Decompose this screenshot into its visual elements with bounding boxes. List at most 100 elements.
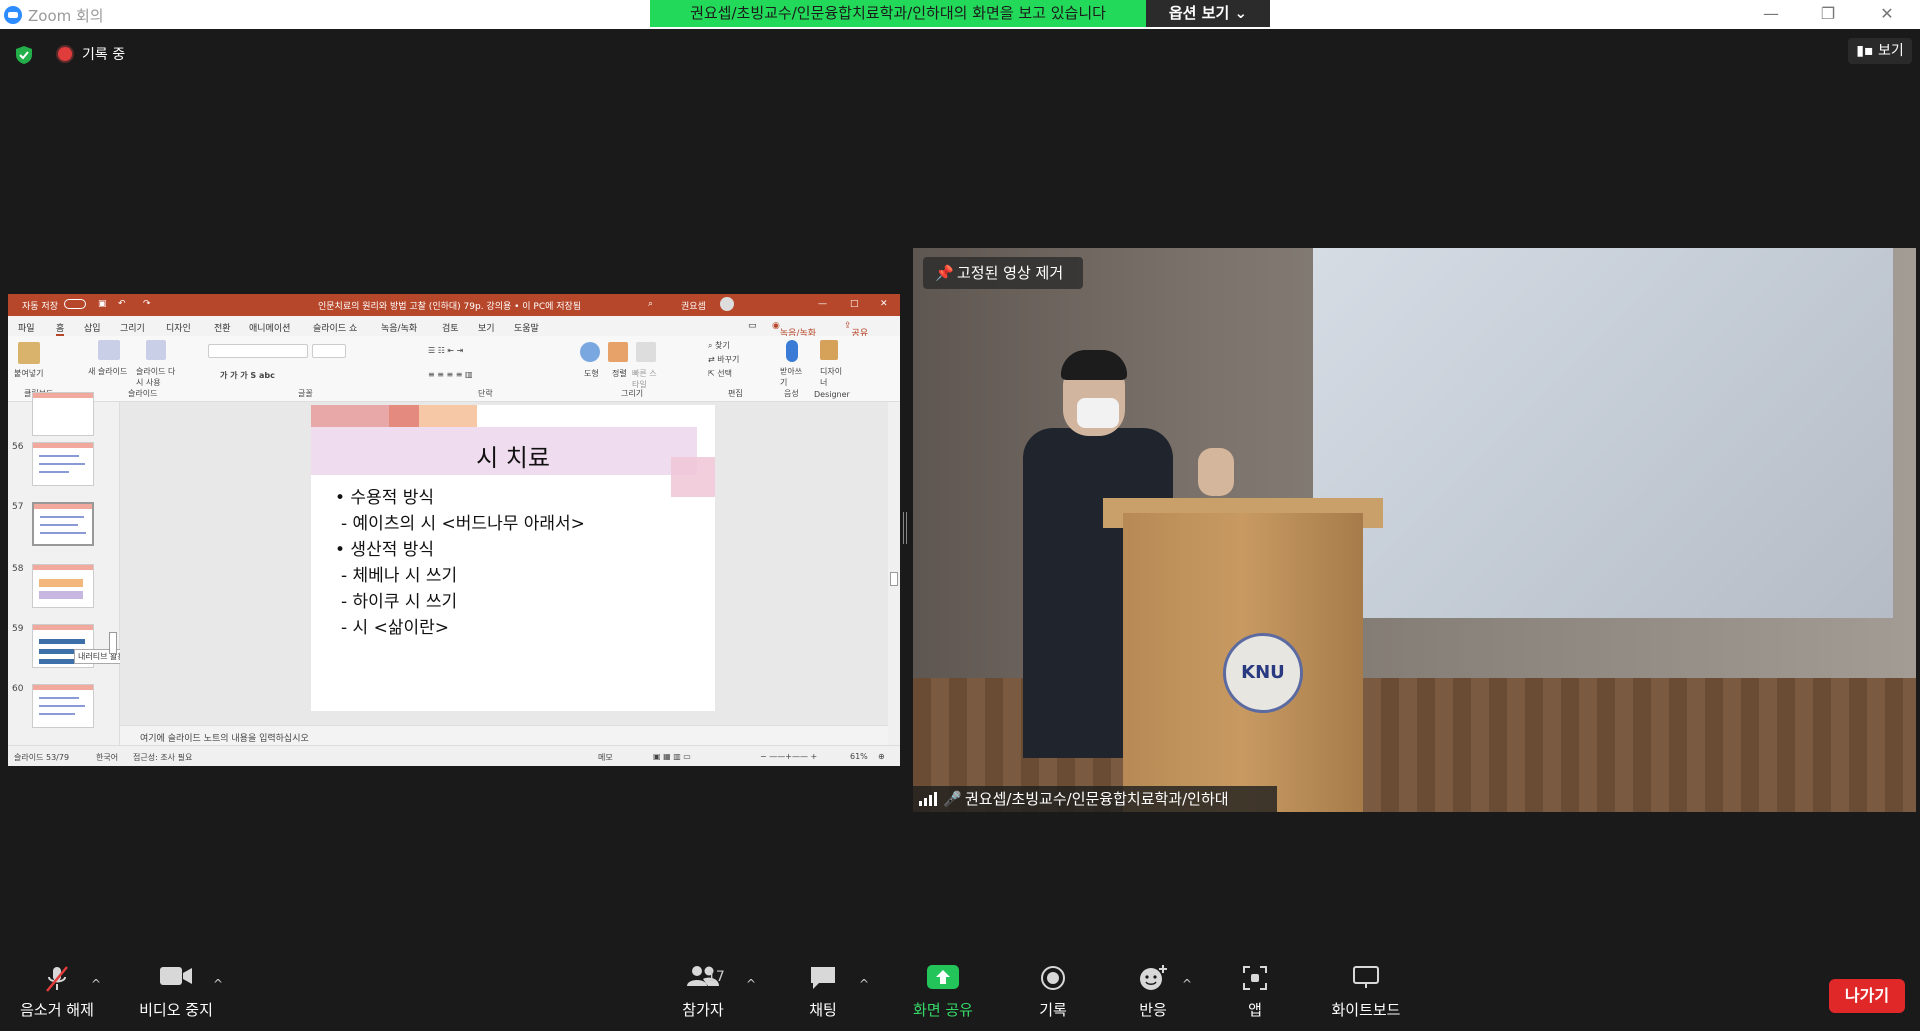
slide-thumbnail[interactable]	[32, 684, 94, 728]
user-avatar[interactable]	[720, 297, 734, 311]
audio-options-caret-icon[interactable]: ^	[91, 977, 101, 991]
quick-style-label[interactable]: 빠른 스타일	[632, 368, 662, 390]
language[interactable]: 한국어	[96, 752, 118, 763]
ppt-restore-icon[interactable]: □	[850, 299, 859, 309]
notes-toggle[interactable]: 메모	[598, 752, 613, 763]
reactions-button[interactable]: 반응	[1120, 955, 1186, 1031]
replace-button[interactable]: ⇄ 바꾸기	[708, 354, 739, 365]
menu-design[interactable]: 디자인	[166, 321, 191, 334]
autosave-toggle[interactable]	[64, 299, 86, 309]
close-button[interactable]: ✕	[1869, 3, 1905, 25]
shape-label[interactable]: 도형	[584, 368, 599, 379]
slide-thumbnail[interactable]	[32, 564, 94, 608]
chat-options-caret-icon[interactable]: ^	[859, 977, 869, 991]
arrange-icon[interactable]	[608, 342, 628, 362]
font-size-select[interactable]	[312, 344, 346, 358]
slide-thumbnail[interactable]	[32, 392, 94, 436]
ppt-search-icon[interactable]: ⌕	[648, 299, 653, 309]
slide-subbullet[interactable]: - 체베나 시 쓰기	[341, 561, 457, 586]
slide-bullet[interactable]: • 수용적 방식	[335, 483, 434, 508]
menu-insert[interactable]: 삽입	[84, 321, 101, 334]
thumbnails-scrollbar[interactable]	[108, 402, 118, 745]
slide-thumbnails-pane[interactable]: 56 57 58 59 60 내러티브 활용 인문치료	[8, 392, 161, 745]
participants-button[interactable]: 참가자	[660, 955, 746, 1031]
view-button[interactable]: ▮▪ 보기	[1848, 38, 1912, 64]
pinned-video[interactable]: KNU	[913, 248, 1916, 812]
menu-record[interactable]: 녹음/녹화	[381, 321, 417, 334]
select-button[interactable]: ⇱ 선택	[708, 368, 732, 379]
participants-options-caret-icon[interactable]: ^	[746, 977, 756, 991]
slide-subbullet[interactable]: - 예이츠의 시 <버드나무 아래서>	[341, 509, 585, 534]
current-slide[interactable]: 시 치료 • 수용적 방식 - 예이츠의 시 <버드나무 아래서> • 생산적 …	[311, 405, 715, 711]
unmute-button[interactable]: 음소거 해제	[14, 955, 100, 1031]
slide-canvas[interactable]: 시 치료 • 수용적 방식 - 예이츠의 시 <버드나무 아래서> • 생산적 …	[120, 402, 900, 745]
remove-pin-button[interactable]: 📌 고정된 영상 제거	[923, 257, 1083, 289]
reuse-slide-label[interactable]: 슬라이드 다시 사용	[136, 366, 176, 388]
quick-style-icon[interactable]	[636, 342, 656, 362]
comment-icon[interactable]: ▭	[748, 321, 757, 331]
slide-subbullet[interactable]: - 하이쿠 시 쓰기	[341, 587, 457, 612]
microphone-icon[interactable]	[786, 340, 798, 362]
slide-bullet[interactable]: • 생산적 방식	[335, 535, 434, 560]
stop-video-button[interactable]: 비디오 중지	[132, 955, 220, 1031]
save-icon[interactable]: ▣	[98, 299, 107, 309]
bold-icon[interactable]: 가 가 가 S abc	[220, 370, 275, 381]
view-options-button[interactable]: 옵션 보기 ⌄	[1146, 0, 1270, 27]
menu-slideshow[interactable]: 슬라이드 쇼	[313, 321, 357, 334]
splitter-handle[interactable]	[903, 512, 907, 544]
fit-slide-icon[interactable]: ⊕	[878, 752, 885, 761]
menu-draw[interactable]: 그리기	[120, 321, 145, 334]
shared-screen[interactable]: 자동 저장 ▣ ↶ ↷ 인문치료의 원리와 방법 고찰 (인하대) 79p. 강…	[8, 294, 900, 766]
find-button[interactable]: ⌕ 찾기	[708, 340, 730, 351]
dictate-label[interactable]: 받아쓰기	[780, 366, 804, 388]
new-slide-label[interactable]: 새 슬라이드	[88, 366, 127, 377]
align-icon[interactable]: ≡ ≡ ≡ ≡ ▥	[428, 370, 473, 379]
accessibility-status[interactable]: 접근성: 조사 필요	[133, 752, 192, 763]
chat-button[interactable]: 채팅	[790, 955, 856, 1031]
zoom-slider[interactable]: − ——+—— +	[760, 752, 817, 761]
designer-icon[interactable]	[820, 340, 838, 360]
paste-icon[interactable]	[18, 342, 40, 364]
autosave-label[interactable]: 자동 저장	[22, 299, 58, 312]
font-name-select[interactable]	[208, 344, 308, 358]
notes-pane[interactable]: 여기에 슬라이드 노트의 내용을 입력하십시오	[120, 725, 888, 745]
share-screen-button[interactable]: 화면 공유	[900, 955, 986, 1031]
menu-review[interactable]: 검토	[442, 321, 459, 334]
menu-help[interactable]: 도움말	[514, 321, 539, 334]
menu-animations[interactable]: 애니메이션	[249, 321, 290, 334]
view-normal-icon[interactable]: ▣ ▦ ▥ ▭	[653, 752, 691, 761]
reuse-slide-icon[interactable]	[146, 340, 166, 360]
slide-subbullet[interactable]: - 시 <삶이란>	[341, 613, 449, 638]
ppt-record-button[interactable]: ◉ 녹음/녹화	[772, 321, 816, 339]
redo-icon[interactable]: ↷	[143, 299, 151, 309]
leave-button[interactable]: 나가기	[1829, 979, 1905, 1013]
menu-transitions[interactable]: 전환	[214, 321, 231, 334]
recording-label[interactable]: 기록 중	[82, 44, 125, 64]
paste-label[interactable]: 붙여넣기	[14, 368, 43, 379]
designer-label[interactable]: 디자이너	[820, 366, 844, 388]
new-slide-icon[interactable]	[98, 340, 120, 360]
reactions-options-caret-icon[interactable]: ^	[1182, 977, 1192, 991]
undo-icon[interactable]: ↶	[118, 299, 126, 309]
zoom-level[interactable]: 61%	[850, 752, 868, 761]
arrange-label[interactable]: 정렬	[612, 368, 627, 379]
slide-title[interactable]: 시 치료	[311, 438, 715, 473]
menu-view[interactable]: 보기	[478, 321, 495, 334]
menu-home[interactable]: 홈	[56, 321, 65, 336]
ppt-close-icon[interactable]: ✕	[880, 299, 888, 309]
menu-file[interactable]: 파일	[18, 321, 35, 334]
slide-thumbnail-selected[interactable]	[32, 502, 94, 546]
bullets-icon[interactable]: ☰ ☷ ⇤ ⇥	[428, 346, 463, 355]
whiteboard-button[interactable]: 화이트보드	[1320, 955, 1412, 1031]
ppt-share-button[interactable]: ⇪ 공유	[844, 321, 868, 339]
slide-thumbnail[interactable]	[32, 442, 94, 486]
shape-icon[interactable]	[580, 342, 600, 362]
ppt-minimize-icon[interactable]: —	[818, 299, 827, 309]
video-options-caret-icon[interactable]: ^	[213, 977, 223, 991]
slide-scrollbar[interactable]	[888, 402, 900, 745]
security-shield-icon[interactable]	[16, 46, 32, 64]
minimize-button[interactable]: —	[1753, 3, 1789, 25]
apps-button[interactable]: 앱	[1222, 955, 1288, 1031]
ppt-user-name[interactable]: 권요셉	[681, 299, 706, 312]
record-button[interactable]: 기록	[1020, 955, 1086, 1031]
